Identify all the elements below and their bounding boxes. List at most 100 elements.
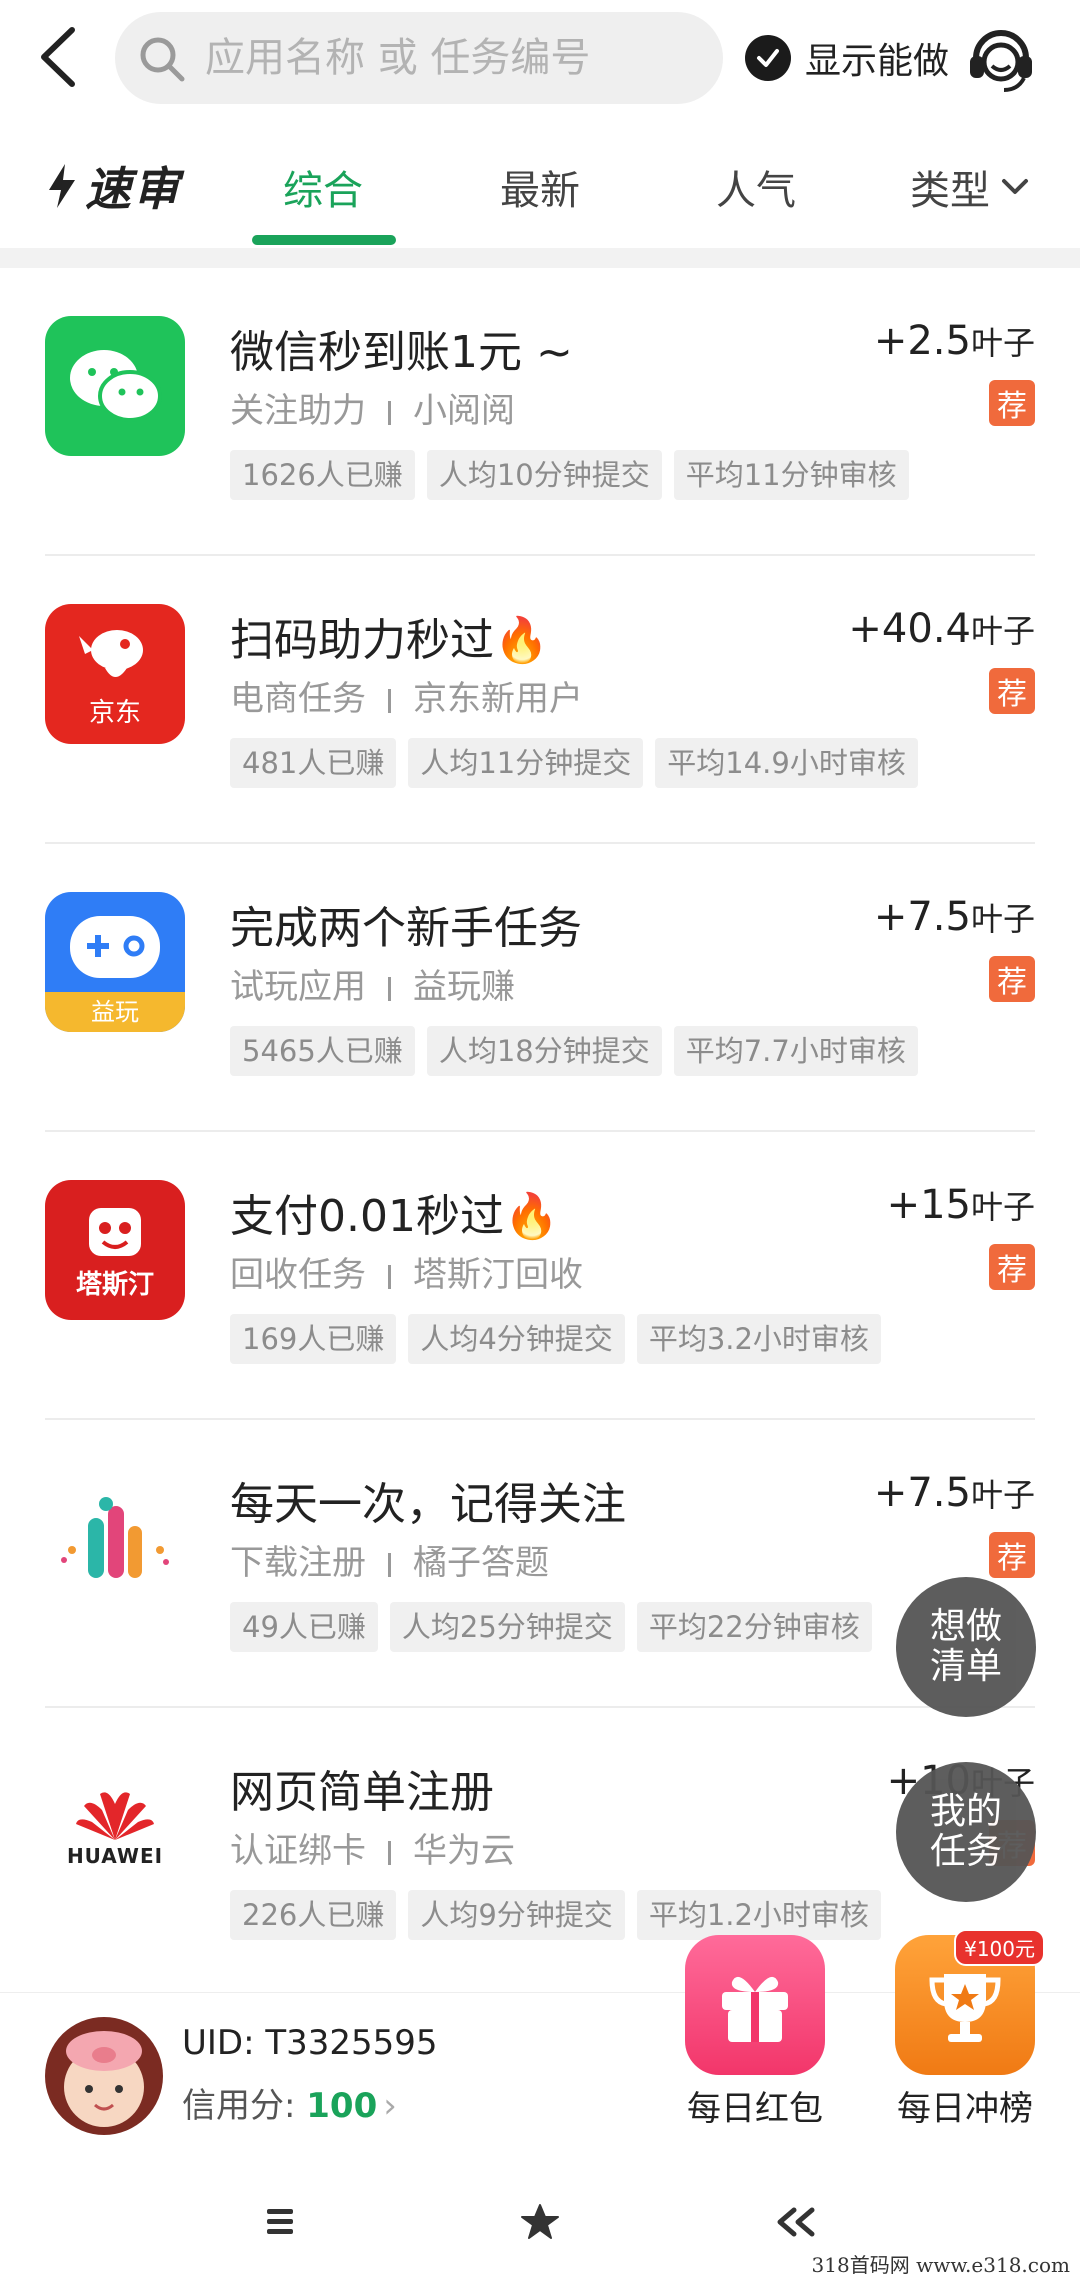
- wish-list-line2: 清单: [929, 1646, 1002, 1687]
- yiwan-logo-text: 益玩: [45, 992, 185, 1032]
- tastien-logo-icon: 塔斯汀: [45, 1180, 185, 1320]
- show-can-do-label: 显示能做: [805, 41, 950, 82]
- category-tabs: 速审 综合 最新 人气 类型: [0, 118, 1080, 248]
- task-app-name: 橘子答题: [413, 1543, 549, 1583]
- earned-count-tag: 5465人已赚: [230, 1026, 415, 1076]
- daily-rank-button[interactable]: ¥100元 每日冲榜: [890, 1929, 1045, 2130]
- task-item[interactable]: 塔斯汀 支付0.01秒过🔥 +15叶子 回收任务 塔斯汀回收 荐 169人已赚 人…: [0, 1132, 1080, 1420]
- chevron-down-icon: [1002, 179, 1028, 194]
- task-item[interactable]: 益玩 完成两个新手任务 +7.5叶子 试玩应用 益玩赚 荐 5465人已赚 人均1…: [0, 844, 1080, 1132]
- task-app-name: 益玩赚: [413, 967, 515, 1007]
- home-star-icon[interactable]: [510, 2200, 570, 2244]
- task-item[interactable]: 京东 扫码助力秒过🔥 +40.4叶子 电商任务 京东新用户 荐 481人已赚 人均…: [0, 556, 1080, 844]
- task-tags: 169人已赚 人均4分钟提交 平均3.2小时审核: [230, 1314, 881, 1364]
- section-divider: [0, 248, 1080, 268]
- search-bar[interactable]: [115, 12, 723, 104]
- task-reward: +7.5叶子: [874, 1470, 1035, 1516]
- user-panel: UID: T3325595 信用分: 100 › 每日红包 ¥100元 每日冲榜: [0, 1929, 1080, 2160]
- task-title: 支付0.01秒过🔥: [230, 1191, 559, 1242]
- daily-red-packet-label: 每日红包: [687, 2089, 823, 2129]
- my-tasks-button[interactable]: 我的 任务: [896, 1762, 1036, 1902]
- meta-separator: [388, 1264, 391, 1289]
- reward-amount: +15: [886, 1182, 971, 1228]
- menu-icon[interactable]: [250, 2200, 310, 2244]
- lightning-icon: [49, 164, 75, 208]
- task-reward: +7.5叶子: [874, 894, 1035, 940]
- earned-count-tag: 49人已赚: [230, 1602, 378, 1652]
- task-tags: 1626人已赚 人均10分钟提交 平均11分钟审核: [230, 450, 909, 500]
- reward-unit: 叶子: [970, 612, 1035, 650]
- huawei-logo-icon: HUAWEI: [45, 1756, 185, 1896]
- earned-count-tag: 481人已赚: [230, 738, 397, 788]
- meta-separator: [388, 400, 391, 425]
- tab-comprehensive[interactable]: 综合: [283, 158, 363, 216]
- task-meta: 电商任务 京东新用户: [230, 671, 583, 720]
- fast-review-tab[interactable]: 速审: [45, 156, 181, 216]
- reward-amount: +7.5: [873, 894, 971, 940]
- wish-list-button[interactable]: 想做 清单: [896, 1577, 1036, 1717]
- type-dropdown-label: 类型: [910, 168, 990, 214]
- chevron-right-icon: ›: [383, 2086, 397, 2126]
- earned-count-tag: 1626人已赚: [230, 450, 415, 500]
- tab-popular[interactable]: 人气: [716, 158, 796, 216]
- reward-unit: 叶子: [970, 1476, 1035, 1514]
- avg-review-tag: 平均3.2小时审核: [636, 1314, 881, 1364]
- avg-submit-tag: 人均10分钟提交: [426, 450, 662, 500]
- daily-red-packet-button[interactable]: 每日红包: [680, 1935, 830, 2130]
- avg-submit-tag: 人均4分钟提交: [408, 1314, 625, 1364]
- task-category: 试玩应用: [230, 967, 366, 1007]
- search-icon: [140, 37, 185, 82]
- avg-submit-tag: 人均11分钟提交: [408, 738, 644, 788]
- task-meta: 认证绑卡 华为云: [230, 1823, 515, 1872]
- task-category: 认证绑卡: [230, 1831, 366, 1871]
- show-can-do-toggle[interactable]: 显示能做: [745, 30, 949, 86]
- reward-unit: 叶子: [970, 900, 1035, 938]
- jd-logo-icon: 京东: [45, 604, 185, 744]
- task-app-name: 小阅阅: [413, 391, 515, 431]
- back-button[interactable]: [30, 22, 90, 92]
- rank-reward-badge: ¥100元: [954, 1929, 1045, 1966]
- reward-unit: 叶子: [970, 324, 1035, 362]
- task-category: 关注助力: [230, 391, 366, 431]
- fast-review-label: 速审: [85, 162, 181, 216]
- gift-icon: [685, 1935, 825, 2075]
- reward-amount: +2.5: [873, 318, 971, 364]
- tab-latest[interactable]: 最新: [500, 158, 580, 216]
- recommended-badge: 荐: [989, 1244, 1035, 1290]
- recommended-badge: 荐: [989, 956, 1035, 1002]
- task-app-name: 塔斯汀回收: [413, 1255, 583, 1295]
- watermark: 318首码网 www.e318.com: [811, 2253, 1070, 2277]
- avg-review-tag: 平均11分钟审核: [673, 450, 909, 500]
- task-title: 扫码助力秒过🔥: [230, 615, 549, 666]
- task-item[interactable]: 微信秒到账1元 ~ +2.5叶子 关注助力 小阅阅 荐 1626人已赚 人均10分…: [0, 268, 1080, 556]
- reward-unit: 叶子: [970, 1188, 1035, 1226]
- task-meta: 下载注册 橘子答题: [230, 1535, 549, 1584]
- meta-separator: [388, 1552, 391, 1577]
- type-dropdown[interactable]: 类型: [910, 158, 1030, 216]
- earned-count-tag: 226人已赚: [230, 1890, 397, 1940]
- my-tasks-line1: 我的: [929, 1791, 1002, 1832]
- top-bar: 显示能做: [0, 0, 1080, 118]
- back-arrows-icon[interactable]: [765, 2200, 825, 2244]
- active-tab-indicator: [252, 235, 396, 245]
- task-app-name: 京东新用户: [413, 679, 583, 719]
- task-reward: +2.5叶子: [874, 318, 1035, 364]
- wechat-logo-icon: [45, 316, 185, 456]
- task-app-name: 华为云: [413, 1831, 515, 1871]
- meta-separator: [388, 1840, 391, 1865]
- credit-score-link[interactable]: 信用分: 100 ›: [182, 2078, 397, 2127]
- huawei-logo-text: HUAWEI: [66, 1844, 164, 1868]
- chevron-left-icon: [41, 27, 75, 87]
- reward-amount: +7.5: [873, 1470, 971, 1516]
- search-input[interactable]: [205, 12, 705, 104]
- meta-separator: [388, 976, 391, 1001]
- system-nav-bar: 318首码网 www.e318.com: [0, 2160, 1080, 2284]
- task-title: 完成两个新手任务: [230, 903, 582, 954]
- task-meta: 回收任务 塔斯汀回收: [230, 1247, 583, 1296]
- task-tags: 226人已赚 人均9分钟提交 平均1.2小时审核: [230, 1890, 881, 1940]
- recommended-badge: 荐: [989, 1532, 1035, 1578]
- customer-service-icon[interactable]: [962, 18, 1040, 96]
- task-tags: 481人已赚 人均11分钟提交 平均14.9小时审核: [230, 738, 918, 788]
- tastien-logo-text: 塔斯汀: [75, 1269, 154, 1300]
- avatar[interactable]: [45, 2017, 163, 2135]
